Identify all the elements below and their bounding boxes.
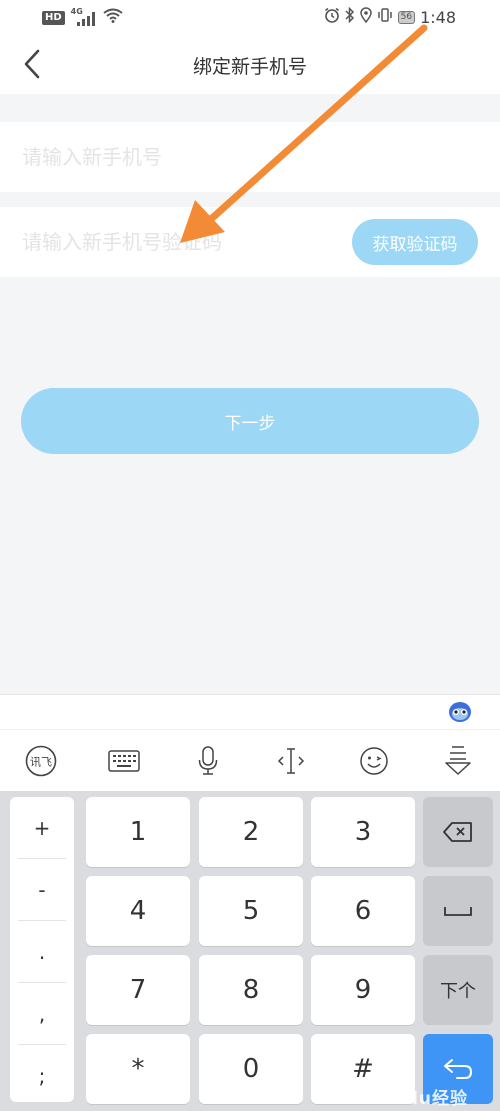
assistant-icon[interactable] bbox=[448, 701, 472, 723]
clock: 1:48 bbox=[420, 7, 456, 27]
key-1[interactable]: 1 bbox=[86, 797, 190, 867]
key-4[interactable]: 4 bbox=[86, 876, 190, 946]
voice-input-button[interactable] bbox=[188, 741, 228, 781]
wifi-icon bbox=[103, 8, 123, 27]
key-asterisk[interactable]: * bbox=[86, 1034, 190, 1104]
cursor-move-button[interactable] bbox=[271, 741, 311, 781]
key-9[interactable]: 9 bbox=[311, 955, 415, 1025]
symbol-column: + - . , ; bbox=[10, 797, 74, 1102]
location-icon bbox=[359, 7, 372, 27]
cursor-icon bbox=[277, 748, 305, 774]
key-6[interactable]: 6 bbox=[311, 876, 415, 946]
emoji-button[interactable] bbox=[354, 741, 394, 781]
key-0[interactable]: 0 bbox=[199, 1034, 303, 1104]
microphone-icon bbox=[198, 746, 218, 775]
next-step-button[interactable]: 下一步 bbox=[21, 388, 479, 454]
cell-signal-icon: 4G bbox=[71, 7, 97, 26]
emoji-icon bbox=[360, 747, 388, 775]
symbol-key-plus[interactable]: + bbox=[10, 797, 74, 858]
backspace-key[interactable] bbox=[423, 797, 493, 867]
key-3[interactable]: 3 bbox=[311, 797, 415, 867]
backspace-icon bbox=[443, 822, 472, 842]
page-title: 绑定新手机号 bbox=[192, 56, 307, 78]
symbol-key-minus[interactable]: - bbox=[10, 859, 74, 920]
symbol-key-semicolon[interactable]: ; bbox=[10, 1045, 74, 1106]
get-code-button[interactable]: 获取验证码 bbox=[352, 219, 478, 265]
keyboard-switch-button[interactable] bbox=[104, 741, 144, 781]
status-right: 56 1:48 bbox=[324, 6, 456, 27]
battery-icon: 56 bbox=[397, 10, 416, 24]
keyboard-icon bbox=[108, 750, 140, 772]
enter-icon bbox=[444, 1059, 473, 1079]
key-8[interactable]: 8 bbox=[199, 955, 303, 1025]
xunfei-logo-button[interactable]: 讯飞 bbox=[21, 741, 61, 781]
space-icon bbox=[444, 907, 472, 916]
symbol-key-period[interactable]: . bbox=[10, 921, 74, 982]
hide-keyboard-button[interactable] bbox=[438, 741, 478, 781]
nav-header: 绑定新手机号 bbox=[0, 34, 500, 94]
watermark: Baidu经验 bbox=[372, 1089, 468, 1109]
code-field-row: 获取验证码 bbox=[0, 207, 500, 277]
next-field-key[interactable]: 下个 bbox=[423, 955, 493, 1025]
symbol-key-comma[interactable]: , bbox=[10, 983, 74, 1044]
key-7[interactable]: 7 bbox=[86, 955, 190, 1025]
numeric-keypad: + - . , ; 1 2 3 4 5 6 7 8 9 * 0 # 下个 bbox=[0, 791, 500, 1111]
bluetooth-icon bbox=[345, 6, 355, 27]
key-2[interactable]: 2 bbox=[199, 797, 303, 867]
key-5[interactable]: 5 bbox=[199, 876, 303, 946]
code-input[interactable] bbox=[22, 207, 342, 277]
status-bar: HD 4G 56 1:48 bbox=[0, 0, 500, 34]
alarm-icon bbox=[324, 7, 340, 27]
status-left: HD 4G bbox=[42, 7, 123, 27]
vibrate-icon bbox=[377, 7, 393, 27]
xunfei-label: 讯飞 bbox=[30, 756, 52, 769]
phone-field-row bbox=[0, 122, 500, 192]
phone-input[interactable] bbox=[22, 122, 482, 192]
collapse-keyboard-icon bbox=[445, 746, 471, 775]
space-key[interactable] bbox=[423, 876, 493, 946]
xunfei-icon: 讯飞 bbox=[25, 745, 57, 777]
hd-badge: HD bbox=[42, 10, 65, 25]
keyboard-toolbar: 讯飞 bbox=[0, 729, 500, 791]
keyboard-assistant-bar bbox=[0, 695, 500, 729]
